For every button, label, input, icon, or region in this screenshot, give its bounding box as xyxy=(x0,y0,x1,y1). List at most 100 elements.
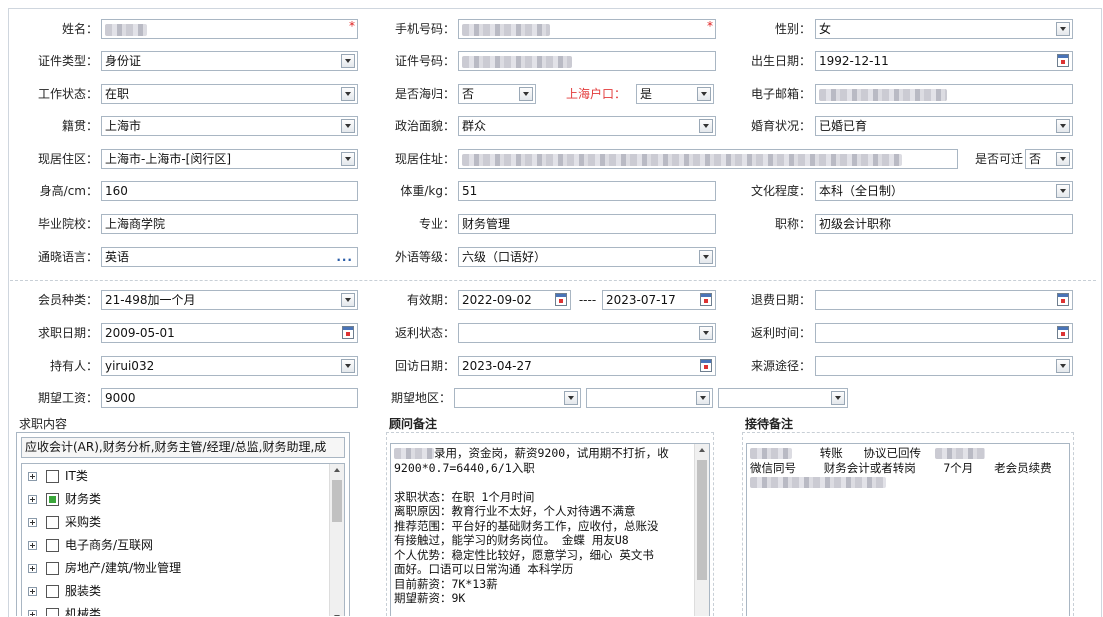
tree-item-it[interactable]: IT类 xyxy=(28,466,88,486)
marital-status-select[interactable]: 已婚已育 xyxy=(815,116,1073,136)
political-status-select[interactable]: 群众 xyxy=(458,116,716,136)
redacted-text xyxy=(934,448,985,459)
chevron-down-icon[interactable] xyxy=(341,87,355,101)
shanghai-hukou-select[interactable]: 是 xyxy=(636,84,714,104)
checkbox[interactable] xyxy=(46,539,59,552)
followup-date-field[interactable]: 2023-04-27 xyxy=(458,356,716,376)
phone-field[interactable]: * xyxy=(458,19,716,39)
language-level-select[interactable]: 六级（口语好） xyxy=(458,247,716,267)
tree-scrollbar[interactable] xyxy=(329,464,344,616)
expand-icon[interactable] xyxy=(28,541,37,550)
title-field[interactable]: 初级会计职称 xyxy=(815,214,1073,234)
chevron-down-icon[interactable] xyxy=(699,326,713,340)
chevron-down-icon[interactable] xyxy=(699,119,713,133)
calendar-icon[interactable] xyxy=(1057,326,1069,339)
rebate-time-field[interactable] xyxy=(815,323,1073,343)
scroll-thumb[interactable] xyxy=(697,460,707,580)
political-status-label: 政治面貌： xyxy=(394,119,455,133)
calendar-icon[interactable] xyxy=(342,326,354,339)
rebate-status-select[interactable] xyxy=(458,323,716,343)
member-type-select[interactable]: 21-498加一个月 xyxy=(101,290,358,310)
birth-date-field[interactable]: 1992-12-11 xyxy=(815,51,1073,71)
chevron-down-icon[interactable] xyxy=(341,359,355,373)
expand-icon[interactable] xyxy=(28,518,37,527)
chevron-down-icon[interactable] xyxy=(341,54,355,68)
relocatable-select[interactable]: 否 xyxy=(1025,149,1073,169)
languages-field[interactable]: 英语 ... xyxy=(101,247,358,267)
id-number-field[interactable] xyxy=(458,51,716,71)
work-status-select[interactable]: 在职 xyxy=(101,84,358,104)
expand-icon[interactable] xyxy=(28,587,37,596)
gender-select[interactable]: 女 xyxy=(815,19,1073,39)
calendar-icon[interactable] xyxy=(700,359,712,372)
current-region-select[interactable]: 上海市-上海市-[闵行区] xyxy=(101,149,358,169)
scroll-thumb[interactable] xyxy=(332,480,342,522)
expected-salary-field[interactable]: 9000 xyxy=(101,388,358,408)
tree-item-machinery[interactable]: 机械类 xyxy=(28,604,101,616)
chevron-down-icon[interactable] xyxy=(1056,359,1070,373)
holder-select[interactable]: yirui032 xyxy=(101,356,358,376)
chevron-down-icon[interactable] xyxy=(697,87,711,101)
id-type-select[interactable]: 身份证 xyxy=(101,51,358,71)
chevron-down-icon[interactable] xyxy=(696,391,710,405)
expected-region-city-select[interactable] xyxy=(586,388,713,408)
chevron-down-icon[interactable] xyxy=(341,152,355,166)
calendar-icon[interactable] xyxy=(1057,293,1069,306)
chevron-down-icon[interactable] xyxy=(699,250,713,264)
education-select[interactable]: 本科（全日制） xyxy=(815,181,1073,201)
checkbox[interactable] xyxy=(46,470,59,483)
chevron-down-icon[interactable] xyxy=(831,391,845,405)
reception-notes-textarea[interactable]: 转账 协议已回传 微信同号 财务会计或者转岗 7个月 老会员续费 xyxy=(746,443,1070,616)
more-options-icon[interactable]: ... xyxy=(336,248,353,266)
checkbox[interactable] xyxy=(46,516,59,529)
chevron-down-icon[interactable] xyxy=(341,119,355,133)
consultant-notes-textarea[interactable]: 录用，资金岗，薪资9200，试用期不打折，收 9200*0.7=6440,6/1… xyxy=(390,443,710,616)
validity-end-field[interactable]: 2023-07-17 xyxy=(602,290,716,310)
chevron-down-icon[interactable] xyxy=(1056,184,1070,198)
chevron-down-icon[interactable] xyxy=(1056,22,1070,36)
validity-start-field[interactable]: 2022-09-02 xyxy=(458,290,571,310)
tree-item-realestate[interactable]: 房地产/建筑/物业管理 xyxy=(28,558,181,578)
notes-scrollbar[interactable] xyxy=(694,444,709,616)
expand-icon[interactable] xyxy=(28,564,37,573)
chevron-down-icon[interactable] xyxy=(1056,152,1070,166)
source-select[interactable] xyxy=(815,356,1073,376)
job-search-date-value: 2009-05-01 xyxy=(105,326,175,340)
chevron-down-icon[interactable] xyxy=(1056,119,1070,133)
calendar-icon[interactable] xyxy=(700,293,712,306)
chevron-down-icon[interactable] xyxy=(341,293,355,307)
rebate-time-label: 返利时间： xyxy=(750,326,811,340)
weight-field[interactable]: 51 xyxy=(458,181,716,201)
school-field[interactable]: 上海商学院 xyxy=(101,214,358,234)
tree-item-purchasing[interactable]: 采购类 xyxy=(28,512,101,532)
scroll-up-icon[interactable] xyxy=(699,448,705,452)
tree-item-finance[interactable]: 财务类 xyxy=(28,489,101,509)
expand-icon[interactable] xyxy=(28,495,37,504)
checkbox-partial[interactable] xyxy=(46,493,59,506)
redacted-name xyxy=(105,23,147,36)
tree-item-apparel[interactable]: 服装类 xyxy=(28,581,101,601)
email-field[interactable] xyxy=(815,84,1073,104)
calendar-icon[interactable] xyxy=(555,293,567,306)
refund-date-field[interactable] xyxy=(815,290,1073,310)
returnee-select[interactable]: 否 xyxy=(458,84,536,104)
tree-item-ecommerce[interactable]: 电子商务/互联网 xyxy=(28,535,153,555)
native-place-select[interactable]: 上海市 xyxy=(101,116,358,136)
category-tree[interactable]: IT类 财务类 采购类 电子商务/互联网 房地产/建筑/物业管理 服装类 机械类 xyxy=(21,463,345,616)
checkbox[interactable] xyxy=(46,608,59,616)
checkbox[interactable] xyxy=(46,585,59,598)
current-address-field[interactable] xyxy=(458,149,958,169)
name-field[interactable]: * xyxy=(101,19,358,39)
scroll-up-icon[interactable] xyxy=(334,468,340,472)
chevron-down-icon[interactable] xyxy=(519,87,533,101)
job-search-date-field[interactable]: 2009-05-01 xyxy=(101,323,358,343)
major-field[interactable]: 财务管理 xyxy=(458,214,716,234)
chevron-down-icon[interactable] xyxy=(564,391,578,405)
expected-region-province-select[interactable] xyxy=(454,388,581,408)
calendar-icon[interactable] xyxy=(1057,54,1069,67)
checkbox[interactable] xyxy=(46,562,59,575)
height-field[interactable]: 160 xyxy=(101,181,358,201)
expected-region-district-select[interactable] xyxy=(718,388,848,408)
expand-icon[interactable] xyxy=(28,610,37,616)
expand-icon[interactable] xyxy=(28,472,37,481)
